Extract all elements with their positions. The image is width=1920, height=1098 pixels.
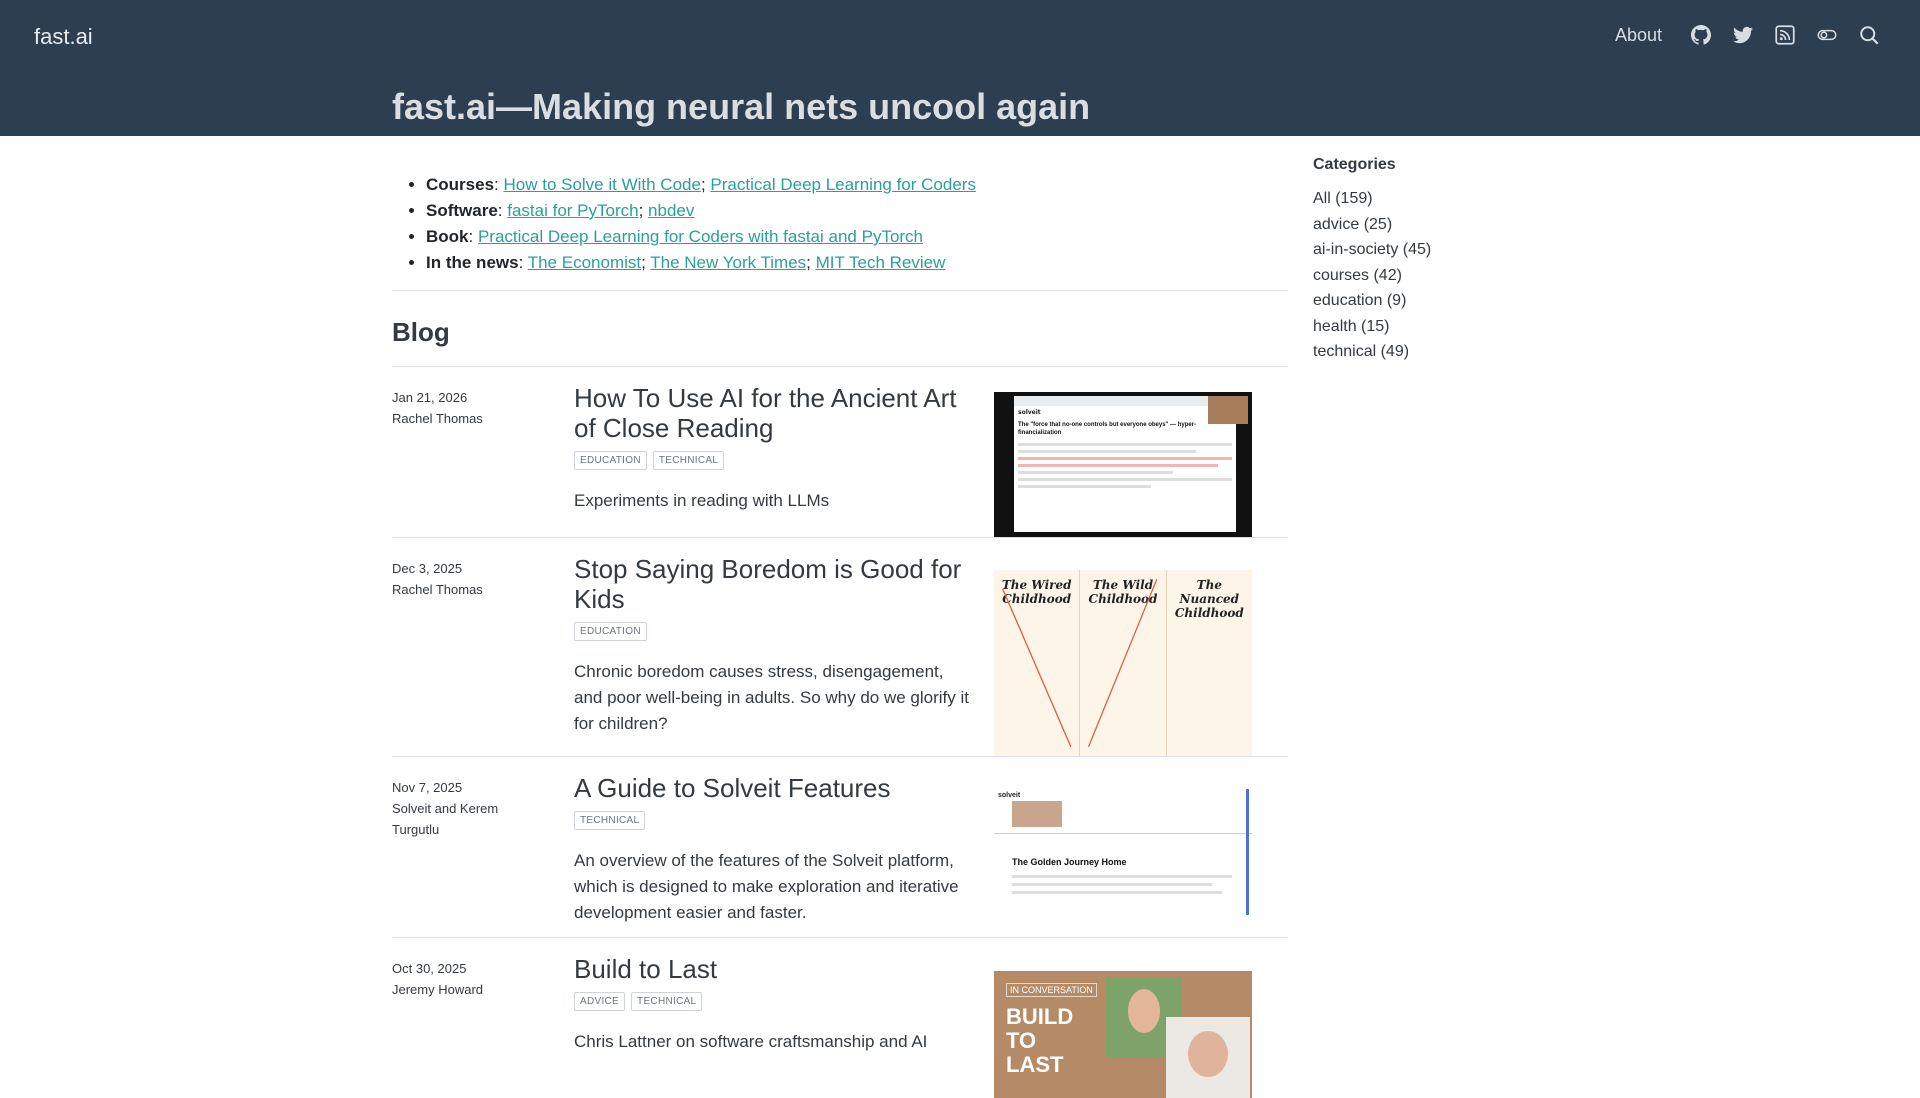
post-categories: EDUCATION: [574, 622, 974, 641]
book-link[interactable]: Practical Deep Learning for Coders with …: [478, 227, 923, 246]
post-thumbnail[interactable]: IN CONVERSATION BUILD TO LAST: [994, 971, 1252, 1098]
post-body: Build to Last ADVICE TECHNICAL Chris Lat…: [574, 954, 974, 1055]
main-content: Courses: How to Solve it With Code; Prac…: [392, 136, 1288, 1098]
list-item-book: Book: Practical Deep Learning for Coders…: [426, 224, 1288, 250]
post-title[interactable]: Build to Last: [574, 954, 974, 984]
twitter-icon[interactable]: [1732, 24, 1754, 46]
post-item[interactable]: Dec 3, 2025 Rachel Thomas Stop Saying Bo…: [392, 537, 1288, 756]
post-author: Rachel Thomas: [392, 582, 483, 597]
github-icon[interactable]: [1690, 24, 1712, 46]
software-link[interactable]: fastai for PyTorch: [507, 201, 638, 220]
category-link-advice[interactable]: advice (25): [1313, 212, 1513, 238]
post-date: Dec 3, 2025: [392, 561, 463, 576]
rss-icon[interactable]: [1774, 24, 1796, 46]
category-link-technical[interactable]: technical (49): [1313, 339, 1513, 365]
thumb-photo: [1166, 1017, 1250, 1098]
post-categories: ADVICE TECHNICAL: [574, 992, 974, 1011]
news-label: In the news: [426, 253, 519, 272]
post-categories: TECHNICAL: [574, 811, 974, 830]
about-link[interactable]: About: [1615, 25, 1662, 46]
thumb-heading: The "force that no-one controls but ever…: [1018, 422, 1197, 436]
thumb-app-name: solveit: [1018, 409, 1041, 416]
software-label: Software: [426, 201, 498, 220]
category-badge[interactable]: ADVICE: [574, 992, 626, 1011]
categories-heading: Categories: [1313, 156, 1396, 173]
category-link-ai-in-society[interactable]: ai-in-society (45): [1313, 237, 1513, 263]
categories-sidebar: Categories All (159) advice (25) ai-in-s…: [1313, 156, 1513, 365]
post-title[interactable]: Stop Saying Boredom is Good for Kids: [574, 554, 974, 614]
category-badge[interactable]: TECHNICAL: [631, 992, 703, 1011]
course-link[interactable]: How to Solve it With Code: [503, 175, 700, 194]
post-title[interactable]: How To Use AI for the Ancient Art of Clo…: [574, 383, 974, 443]
post-description: Experiments in reading with LLMs: [574, 491, 830, 510]
list-item-courses: Courses: How to Solve it With Code; Prac…: [426, 172, 1288, 198]
post-thumbnail[interactable]: solveit The Golden Journey Home: [994, 789, 1252, 915]
category-link-health[interactable]: health (15): [1313, 314, 1513, 340]
thumb-title: BUILD TO LAST: [1006, 1004, 1074, 1077]
news-link[interactable]: The Economist: [528, 253, 641, 272]
post-meta: Oct 30, 2025 Jeremy Howard: [392, 958, 542, 1000]
post-author: Jeremy Howard: [392, 982, 484, 997]
page-title: fast.ai—Making neural nets uncool again: [392, 86, 1091, 127]
post-item[interactable]: Jan 21, 2026 Rachel Thomas How To Use AI…: [392, 366, 1288, 538]
category-badge[interactable]: TECHNICAL: [574, 811, 646, 830]
post-author: Solveit and Kerem Turgutlu: [392, 801, 499, 837]
post-date: Oct 30, 2025: [392, 961, 467, 976]
post-item[interactable]: Oct 30, 2025 Jeremy Howard Build to Last…: [392, 937, 1288, 1098]
blog-heading: Blog: [392, 317, 450, 347]
post-date: Nov 7, 2025: [392, 780, 463, 795]
category-link-courses[interactable]: courses (42): [1313, 263, 1513, 289]
category-badge[interactable]: TECHNICAL: [652, 451, 725, 470]
post-categories: EDUCATION TECHNICAL: [574, 451, 974, 470]
post-body: A Guide to Solveit Features TECHNICAL An…: [574, 773, 974, 926]
post-item[interactable]: Nov 7, 2025 Solveit and Kerem Turgutlu A…: [392, 756, 1288, 937]
course-link[interactable]: Practical Deep Learning for Coders: [710, 175, 976, 194]
post-description: An overview of the features of the Solve…: [574, 851, 959, 922]
category-link-education[interactable]: education (9): [1313, 288, 1513, 314]
category-link-all[interactable]: All (159): [1313, 186, 1513, 212]
thumbnail-columns: The Wired Childhood The Wild Childhood T…: [994, 570, 1252, 756]
post-date: Jan 21, 2026: [392, 390, 468, 405]
list-item-news: In the news: The Economist; The New York…: [426, 250, 1288, 276]
nav-right: About: [1615, 24, 1880, 46]
post-body: How To Use AI for the Ancient Art of Clo…: [574, 383, 974, 514]
category-badge[interactable]: EDUCATION: [574, 451, 647, 470]
book-label: Book: [426, 227, 469, 246]
post-meta: Nov 7, 2025 Solveit and Kerem Turgutlu: [392, 777, 542, 840]
list-item-software: Software: fastai for PyTorch; nbdev: [426, 198, 1288, 224]
news-link[interactable]: MIT Tech Review: [816, 253, 946, 272]
software-link[interactable]: nbdev: [648, 201, 694, 220]
thumb-col-title: The Nuanced Childhood: [1174, 578, 1244, 620]
post-meta: Jan 21, 2026 Rachel Thomas: [392, 387, 542, 429]
post-description: Chris Lattner on software craftsmanship …: [574, 1032, 928, 1051]
thumb-tag: IN CONVERSATION: [1006, 983, 1097, 997]
divider: [392, 290, 1288, 291]
thumbnail-screen: solveit The "force that no-one controls …: [1014, 396, 1236, 532]
post-thumbnail[interactable]: solveit The "force that no-one controls …: [994, 392, 1252, 538]
site-header: fast.ai About fast.ai—Making neural nets…: [0, 0, 1920, 136]
thumb-image: [1012, 801, 1062, 827]
post-meta: Dec 3, 2025 Rachel Thomas: [392, 558, 542, 600]
thumb-heading: The Golden Journey Home: [1012, 857, 1127, 867]
post-description: Chronic boredom causes stress, disengage…: [574, 662, 969, 733]
video-thumb: [1208, 396, 1248, 424]
toggle-icon[interactable]: [1816, 24, 1838, 46]
post-body: Stop Saying Boredom is Good for Kids EDU…: [574, 554, 974, 737]
news-link[interactable]: The New York Times: [650, 253, 806, 272]
courses-label: Courses: [426, 175, 495, 194]
brand-link[interactable]: fast.ai: [34, 24, 93, 50]
post-author: Rachel Thomas: [392, 411, 483, 426]
post-thumbnail[interactable]: The Wired Childhood The Wild Childhood T…: [994, 570, 1252, 756]
category-badge[interactable]: EDUCATION: [574, 622, 647, 641]
intro-list: Courses: How to Solve it With Code; Prac…: [392, 172, 1288, 276]
post-title[interactable]: A Guide to Solveit Features: [574, 773, 974, 803]
search-icon[interactable]: [1858, 24, 1880, 46]
